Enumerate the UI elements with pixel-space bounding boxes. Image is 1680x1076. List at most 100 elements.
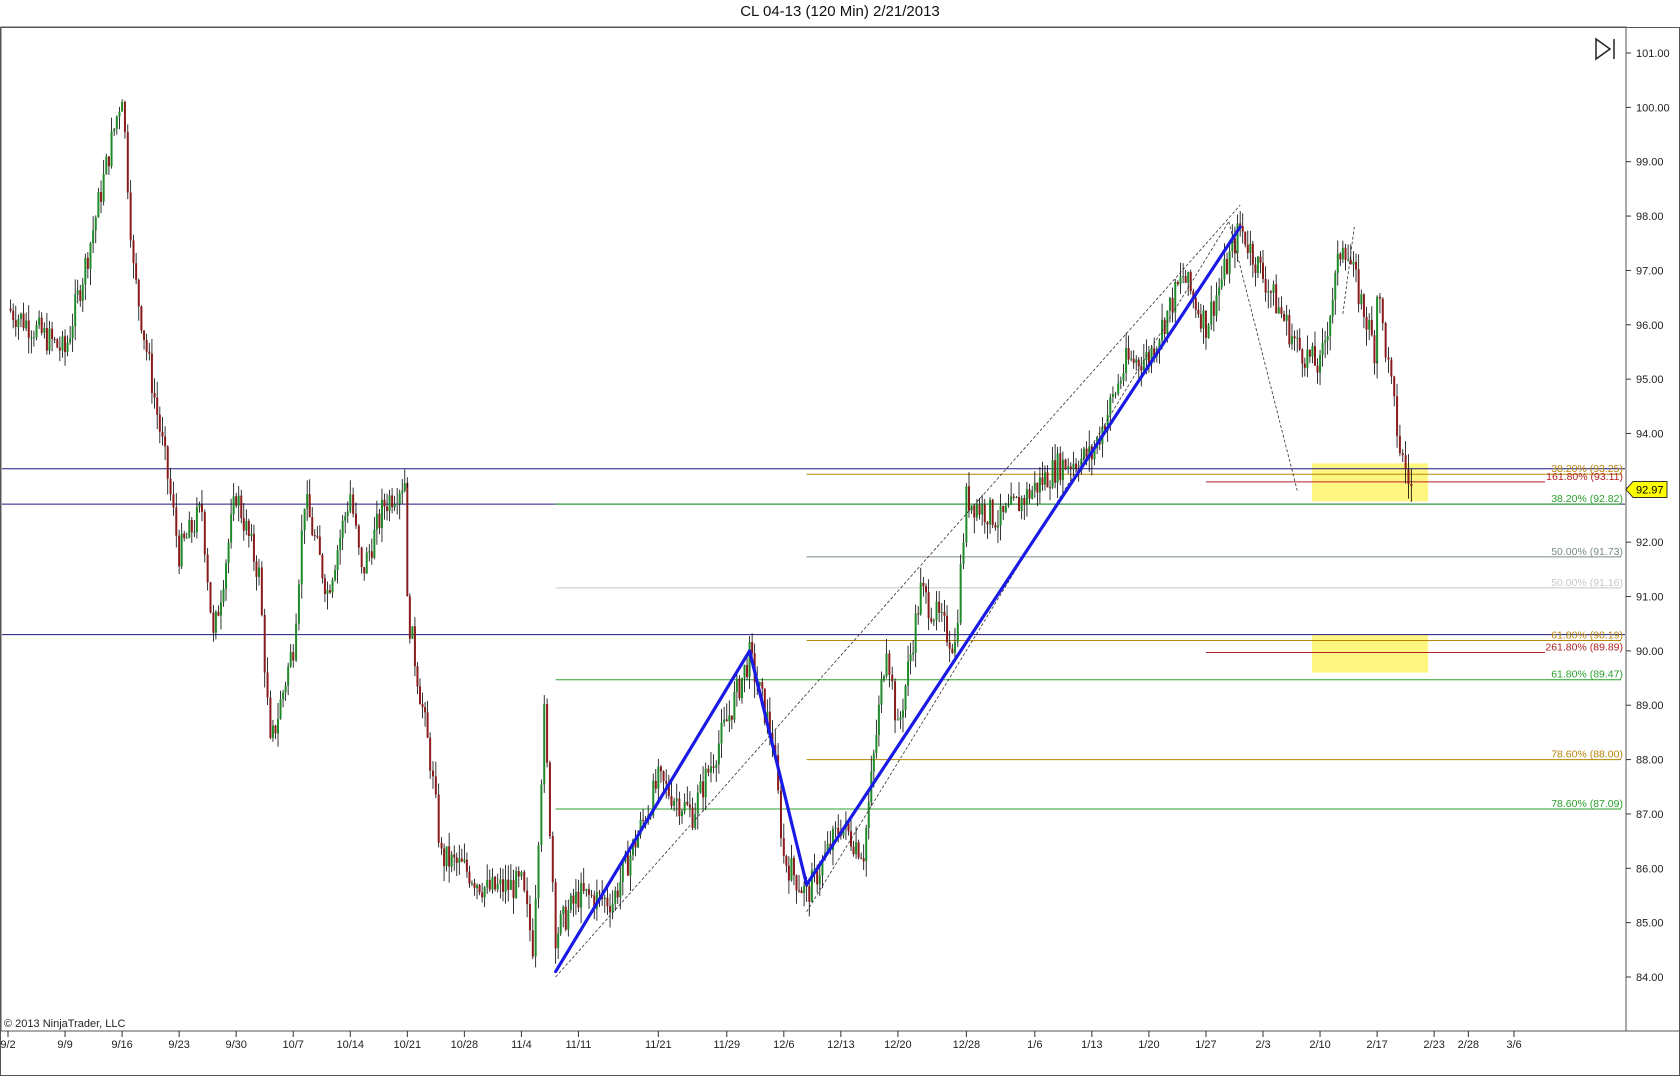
candle-down bbox=[169, 478, 172, 495]
candle-down bbox=[526, 890, 529, 905]
candle-up bbox=[32, 337, 35, 339]
candle-up bbox=[880, 679, 883, 705]
candle-up bbox=[1015, 497, 1018, 499]
candle-down bbox=[494, 876, 497, 890]
x-tick-label: 1/13 bbox=[1081, 1039, 1102, 1051]
candle-down bbox=[12, 310, 15, 321]
candle-down bbox=[554, 882, 557, 949]
candle-down bbox=[665, 781, 668, 784]
candle-up bbox=[818, 875, 821, 885]
chart-window: CL 04-13 (120 Min) 2/21/2013 38.20% (93.… bbox=[0, 0, 1680, 1076]
candle-up bbox=[733, 691, 736, 720]
x-tick-label: 12/13 bbox=[827, 1039, 855, 1051]
candle-down bbox=[274, 725, 277, 734]
candle-down bbox=[1407, 469, 1410, 485]
candle-down bbox=[587, 889, 590, 895]
x-tick-label: 2/17 bbox=[1366, 1039, 1387, 1051]
candle-down bbox=[158, 414, 161, 432]
candle-down bbox=[798, 890, 801, 892]
candle-up bbox=[368, 551, 371, 553]
candle-down bbox=[501, 879, 504, 892]
x-tick-label: 9/23 bbox=[168, 1039, 189, 1051]
candle-up bbox=[629, 855, 632, 876]
candle-down bbox=[178, 535, 181, 567]
candle-down bbox=[1002, 505, 1005, 513]
candle-down bbox=[429, 737, 432, 771]
y-tick-label: 90.00 bbox=[1636, 646, 1664, 658]
x-tick-label: 12/28 bbox=[953, 1039, 981, 1051]
candle-down bbox=[564, 906, 567, 930]
candle-up bbox=[48, 328, 51, 351]
candle-down bbox=[523, 872, 526, 891]
candle-down bbox=[678, 798, 681, 817]
candle-up bbox=[1331, 299, 1334, 317]
y-tick-label: 95.00 bbox=[1636, 374, 1664, 386]
skip-to-end-icon[interactable] bbox=[1595, 37, 1615, 61]
candle-down bbox=[431, 770, 434, 777]
candle-down bbox=[795, 875, 798, 891]
candle-down bbox=[986, 521, 989, 525]
candle-up bbox=[1004, 505, 1007, 513]
dashed-channel-line bbox=[555, 204, 1241, 978]
candle-up bbox=[411, 626, 414, 639]
candle-up bbox=[1341, 247, 1344, 260]
candle-up bbox=[1311, 346, 1314, 357]
candle-up bbox=[699, 781, 702, 793]
candle-down bbox=[203, 512, 206, 555]
candle-up bbox=[1130, 358, 1133, 360]
candle-down bbox=[1387, 357, 1390, 360]
candle-up bbox=[403, 483, 406, 491]
candle-up bbox=[574, 891, 577, 904]
candle-down bbox=[354, 513, 357, 526]
candle-down bbox=[1212, 301, 1215, 316]
candle-up bbox=[585, 889, 588, 892]
fib-level-label: 61.80% (90.19) bbox=[1551, 630, 1623, 642]
candle-down bbox=[1140, 366, 1143, 371]
candle-up bbox=[30, 337, 33, 339]
candle-down bbox=[662, 771, 665, 782]
candle-up bbox=[486, 879, 489, 888]
candle-down bbox=[951, 648, 954, 653]
candle-down bbox=[56, 339, 59, 348]
candle-up bbox=[790, 857, 793, 881]
candle-down bbox=[448, 846, 451, 867]
candle-up bbox=[84, 257, 87, 285]
candle-up bbox=[619, 881, 622, 898]
candle-up bbox=[393, 504, 396, 508]
candle-up bbox=[1223, 259, 1226, 280]
x-tick-label: 1/27 bbox=[1195, 1039, 1216, 1051]
candle-down bbox=[328, 590, 331, 593]
candle-up bbox=[245, 520, 248, 531]
price-chart[interactable]: 38.20% (93.25)161.80% (93.11)38.20% (92.… bbox=[0, 0, 1680, 1076]
candle-up bbox=[445, 846, 448, 867]
candle-up bbox=[1210, 301, 1213, 325]
candle-up bbox=[61, 336, 64, 351]
candle-up bbox=[1072, 463, 1075, 469]
candle-down bbox=[421, 704, 424, 707]
candle-down bbox=[1365, 316, 1368, 330]
candle-down bbox=[1398, 435, 1401, 454]
x-tick-label: 2/10 bbox=[1309, 1039, 1330, 1051]
candle-up bbox=[271, 725, 274, 738]
candle-up bbox=[1179, 276, 1182, 285]
candle-down bbox=[190, 519, 193, 533]
candle-down bbox=[1176, 282, 1179, 285]
candle-up bbox=[728, 715, 731, 722]
candle-up bbox=[569, 895, 572, 911]
candle-up bbox=[344, 516, 347, 521]
candle-up bbox=[225, 563, 228, 589]
candle-down bbox=[27, 320, 30, 338]
candle-up bbox=[999, 505, 1002, 526]
candle-up bbox=[396, 503, 399, 505]
candle-down bbox=[313, 535, 316, 537]
candle-down bbox=[686, 801, 689, 805]
candle-up bbox=[180, 533, 183, 567]
candle-up bbox=[543, 704, 546, 785]
candle-down bbox=[938, 601, 941, 613]
candle-up bbox=[1025, 489, 1028, 505]
candle-down bbox=[1269, 291, 1272, 293]
candle-down bbox=[1355, 261, 1358, 270]
candle-up bbox=[306, 494, 309, 509]
candle-up bbox=[940, 611, 943, 613]
candle-up bbox=[92, 230, 95, 244]
